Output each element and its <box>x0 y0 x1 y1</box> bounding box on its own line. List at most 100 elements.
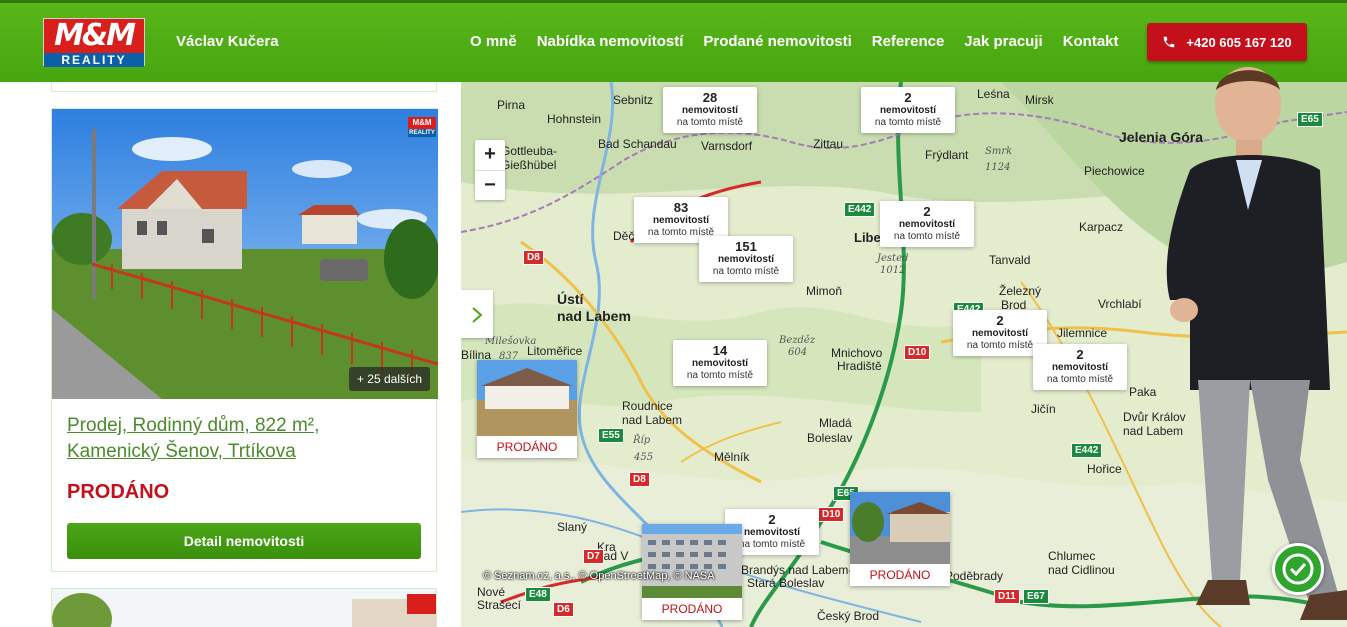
map-place: Nové <box>477 585 506 599</box>
map-place: Karpacz <box>1079 220 1124 234</box>
map-cluster[interactable]: 14 nemovitostí na tomto místě <box>673 340 767 386</box>
map-place: Jičín <box>1031 402 1056 416</box>
phone-icon <box>1164 36 1175 48</box>
cluster-label: nemovitostí <box>717 254 775 265</box>
logo[interactable]: M&M REALITY <box>43 18 145 67</box>
map-place: Smrk <box>985 146 1013 157</box>
road-shield: D10 <box>818 507 845 522</box>
cluster-sublabel: na tomto místě <box>686 370 754 381</box>
listing-photo[interactable]: M&M REALITY + 25 dalších <box>52 109 438 399</box>
photo-logo: M&M REALITY <box>408 117 436 137</box>
map-place: Bad Schandau <box>598 137 677 151</box>
map-cluster[interactable]: 28 nemovitostí na tomto místě <box>663 87 757 133</box>
map-place: Hradiště <box>837 359 882 373</box>
cluster-label: nemovitostí <box>691 358 749 369</box>
site-header: M&M REALITY Václav Kučera O mně Nabídka … <box>0 0 1347 82</box>
logo-bottom: REALITY <box>44 53 144 67</box>
photo-logo-bottom: REALITY <box>408 129 436 137</box>
map-place: Chlumec <box>1048 549 1096 563</box>
chevron-right-icon <box>472 306 483 323</box>
previous-card <box>51 82 437 92</box>
map-place: Frýdlant <box>925 148 969 162</box>
map-place: Mladá <box>819 416 852 430</box>
map-place: Mnichovo <box>831 346 883 360</box>
chat-icon <box>1282 553 1314 585</box>
zoom-in-button[interactable]: + <box>475 140 505 170</box>
map-cluster[interactable]: 2 nemovitostí na tomto místě <box>861 87 955 133</box>
cluster-count: 14 <box>712 343 728 358</box>
cluster-count: 2 <box>923 204 931 219</box>
sold-pin-photo <box>477 360 577 436</box>
road-shield: D10 <box>904 345 931 360</box>
map-place: nad Labem <box>557 308 631 324</box>
header-topline <box>0 0 1347 3</box>
map-place: Děč <box>613 229 635 243</box>
agent-name-link[interactable]: Václav Kučera <box>176 33 279 50</box>
nav-contact[interactable]: Kontakt <box>1063 33 1119 50</box>
map-place: Hořice <box>1087 462 1122 476</box>
map-place: Mirsk <box>1025 93 1054 107</box>
next-listing-photo <box>52 589 436 627</box>
listing-column: M&M REALITY + 25 dalších Prodej, Rodinný … <box>0 82 461 627</box>
nav-offers[interactable]: Nabídka nemovitostí <box>537 33 684 50</box>
cluster-label: nemovitostí <box>898 219 956 230</box>
cluster-count: 28 <box>702 90 718 105</box>
cluster-label: nemovitostí <box>743 527 801 538</box>
road-shield: D7 <box>583 549 604 564</box>
road-shield: E48 <box>525 587 551 602</box>
map-place: Jilemnice <box>1057 326 1108 340</box>
sold-pin-label: PRODÁNO <box>496 440 558 454</box>
cluster-sublabel: na tomto místě <box>874 117 942 128</box>
detail-button[interactable]: Detail nemovitosti <box>67 523 421 559</box>
road-shield: E67 <box>1023 589 1049 604</box>
map-place: nad Labem <box>622 413 683 427</box>
map-place: Varnsdorf <box>701 139 753 153</box>
map-cluster[interactable]: 2 nemovitostí na tomto místě <box>880 201 974 247</box>
nav-sold[interactable]: Prodané nemovitosti <box>703 33 851 50</box>
listing-title-link[interactable]: Prodej, Rodinný dům, 822 m², Kamenický Š… <box>67 413 407 465</box>
more-photos-badge[interactable]: + 25 dalších <box>348 367 430 391</box>
map-place: Ústí <box>557 291 584 307</box>
next-listing-card[interactable] <box>51 588 437 627</box>
road-shield: D6 <box>553 602 574 617</box>
map-place: Piechowice <box>1084 164 1145 178</box>
nav-references[interactable]: Reference <box>872 33 945 50</box>
map-place: Sebnitz <box>613 93 654 107</box>
cluster-count: 2 <box>996 313 1004 328</box>
map-place: Hohnstein <box>547 112 602 126</box>
listing-status: PRODÁNO <box>67 481 170 503</box>
cluster-count: 151 <box>735 239 757 254</box>
map-cluster[interactable]: 151 nemovitostí na tomto místě <box>699 236 793 282</box>
sold-pin[interactable]: PRODÁNO <box>477 360 577 458</box>
nav-how-i-work[interactable]: Jak pracuji <box>964 33 1042 50</box>
chat-button[interactable] <box>1272 543 1324 595</box>
map-place: Gottleuba- <box>501 144 558 158</box>
sold-pin-image <box>642 524 742 598</box>
map-place: Leśna <box>977 87 1010 101</box>
map-place: Strašecí <box>477 598 522 612</box>
map-cluster[interactable]: 2 nemovitostí na tomto místě <box>1033 344 1127 390</box>
map-place: Roudnice <box>622 399 673 413</box>
cluster-sublabel: na tomto místě <box>738 539 806 550</box>
zoom-control: + − <box>475 140 505 200</box>
map-next-arrow[interactable] <box>461 290 493 338</box>
map-place: Jested <box>877 253 909 264</box>
map-attribution[interactable]: © Seznam.cz, a.s., © OpenStreetMap, © NA… <box>483 570 715 582</box>
map-place: Pirna <box>497 98 526 112</box>
phone-button[interactable]: +420 605 167 120 <box>1147 23 1307 61</box>
zoom-out-button[interactable]: − <box>475 170 505 200</box>
map-place: 1124 <box>985 162 1011 173</box>
main-nav: O mně Nabídka nemovitostí Prodané nemovi… <box>470 33 1119 50</box>
sold-pin-photo <box>642 524 742 598</box>
map-place: 455 <box>634 452 654 463</box>
cluster-label: nemovitostí <box>971 328 1029 339</box>
map-place: Český Brod <box>817 609 880 623</box>
sold-pin-image <box>850 492 950 564</box>
cluster-label: nemovitostí <box>681 105 739 116</box>
sold-pin-photo <box>850 492 950 564</box>
sold-pin[interactable]: PRODÁNO <box>850 492 950 586</box>
map-place: Mělník <box>714 450 750 464</box>
road-shield: E442 <box>844 202 876 217</box>
nav-about[interactable]: O mně <box>470 33 517 50</box>
map-place: Tanvald <box>989 253 1031 267</box>
